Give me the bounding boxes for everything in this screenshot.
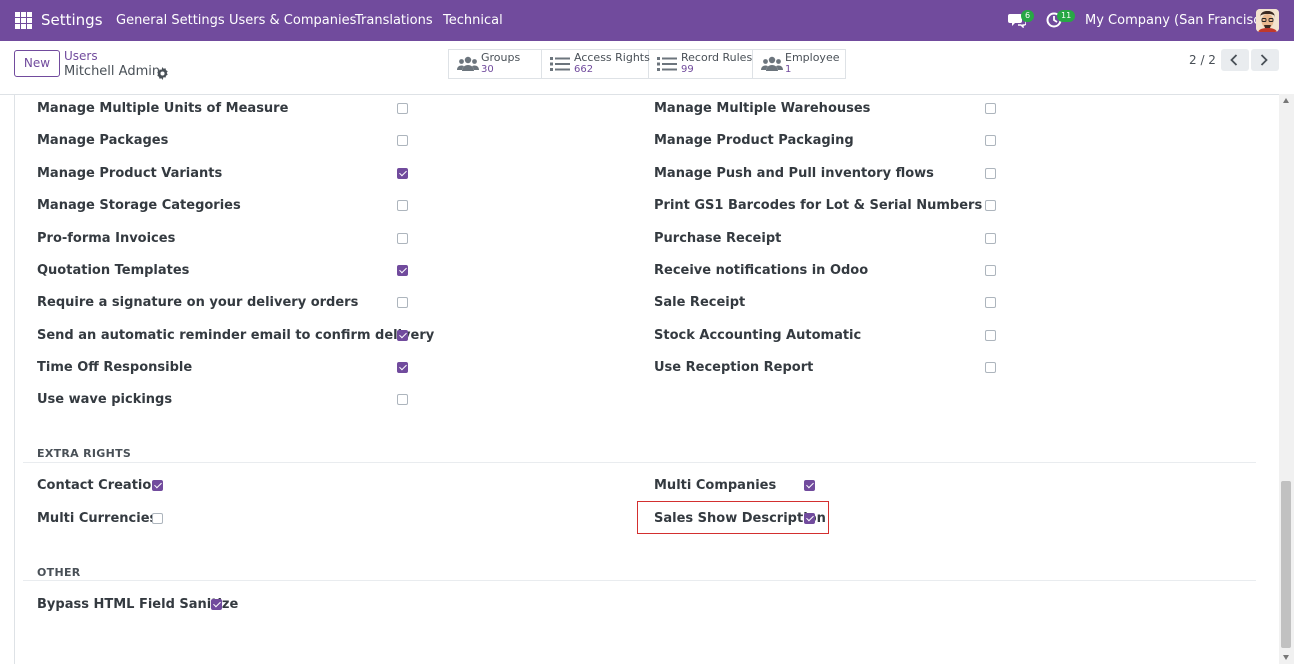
menu-technical[interactable]: Technical [443,13,503,28]
right-checkbox[interactable] [985,297,996,308]
menu-translations[interactable]: Translations [355,13,433,28]
right-checkbox[interactable] [397,265,408,276]
smart-button-groups[interactable]: Groups 30 [449,50,542,78]
right-checkbox[interactable] [985,168,996,179]
breadcrumb-current: Mitchell Admin [64,64,161,79]
right-checkbox[interactable] [985,135,996,146]
right-label: Manage Packages [37,133,169,148]
right-label: Use Reception Report [654,360,814,375]
right-label: Manage Product Packaging [654,133,854,148]
right-checkbox[interactable] [397,103,408,114]
right-checkbox[interactable] [152,480,163,491]
right-checkbox[interactable] [804,480,815,491]
right-checkbox[interactable] [397,297,408,308]
right-label: Quotation Templates [37,263,190,278]
right-label: Sale Receipt [654,295,746,310]
company-switcher[interactable]: My Company (San Francisco) [1085,13,1273,28]
smart-button-access-rights[interactable]: Access Rights 662 [542,50,650,78]
chat-badge: 6 [1021,10,1035,22]
user-avatar[interactable] [1256,9,1279,32]
right-checkbox[interactable] [397,200,408,211]
users-icon [761,56,783,71]
right-label: Time Off Responsible [37,360,193,375]
right-checkbox[interactable] [152,513,163,524]
right-checkbox[interactable] [397,233,408,244]
scrollbar-thumb[interactable] [1281,481,1291,648]
smart-button-employee[interactable]: Employee 1 [753,50,845,78]
vertical-scrollbar[interactable] [1279,94,1294,664]
section-title-extra-rights: EXTRA RIGHTS [37,447,132,460]
chevron-left-icon [1230,54,1238,66]
right-label: Purchase Receipt [654,231,782,246]
right-label: Multi Companies [654,478,777,493]
right-checkbox[interactable] [985,362,996,373]
app-menu-icon[interactable] [15,12,32,29]
smart-button-record-rules[interactable]: Record Rules 99 [649,50,753,78]
right-label: Manage Push and Pull inventory flows [654,166,934,181]
section-divider [23,580,1256,581]
right-label: Send an automatic reminder email to conf… [37,328,435,343]
list-icon [657,57,677,71]
scroll-up-icon[interactable] [1283,98,1289,103]
right-label: Receive notifications in Odoo [654,263,869,278]
right-checkbox[interactable] [397,330,408,341]
form-sheet: Manage Multiple Units of Measure Manage … [14,94,1279,664]
highlight-box [637,501,829,534]
users-icon [457,56,479,71]
right-checkbox[interactable] [211,599,222,610]
pager-previous-button[interactable] [1221,49,1249,71]
right-checkbox[interactable] [985,233,996,244]
section-title-other: OTHER [37,566,81,579]
control-panel: New Users Mitchell Admin Groups 30 Acces… [0,41,1294,95]
new-button[interactable]: New [14,50,60,77]
activity-badge: 11 [1057,10,1076,22]
right-checkbox[interactable] [985,265,996,276]
smart-buttons: Groups 30 Access Rights 662 Record Rules… [448,49,846,79]
right-checkbox[interactable] [397,362,408,373]
pager-value[interactable]: 2 / 2 [1189,53,1216,67]
breadcrumb-users[interactable]: Users [64,49,98,63]
right-label: Bypass HTML Field Sanitize [37,597,239,612]
right-checkbox[interactable] [985,330,996,341]
right-label: Manage Storage Categories [37,198,241,213]
right-label: Manage Product Variants [37,166,223,181]
menu-users-companies[interactable]: Users & Companies [229,13,356,28]
list-icon [550,57,570,71]
right-label: Manage Multiple Units of Measure [37,101,289,116]
section-divider [23,462,1256,463]
right-checkbox[interactable] [397,168,408,179]
right-checkbox[interactable] [397,135,408,146]
right-checkbox[interactable] [985,103,996,114]
right-label: Pro-forma Invoices [37,231,176,246]
gear-icon[interactable] [156,65,169,80]
right-label: Require a signature on your delivery ord… [37,295,359,310]
top-navbar: Settings General Settings Users & Compan… [0,0,1294,41]
right-label: Manage Multiple Warehouses [654,101,871,116]
right-label: Stock Accounting Automatic [654,328,862,343]
menu-general-settings[interactable]: General Settings [116,13,225,28]
right-label: Use wave pickings [37,392,173,407]
right-label: Contact Creation [37,478,161,493]
right-checkbox[interactable] [397,394,408,405]
right-label: Multi Currencies [37,511,158,526]
app-brand[interactable]: Settings [41,11,103,29]
right-label: Print GS1 Barcodes for Lot & Serial Numb… [654,198,983,213]
scroll-down-icon[interactable] [1283,655,1289,660]
right-checkbox[interactable] [985,200,996,211]
chevron-right-icon [1260,54,1268,66]
pager-next-button[interactable] [1251,49,1279,71]
